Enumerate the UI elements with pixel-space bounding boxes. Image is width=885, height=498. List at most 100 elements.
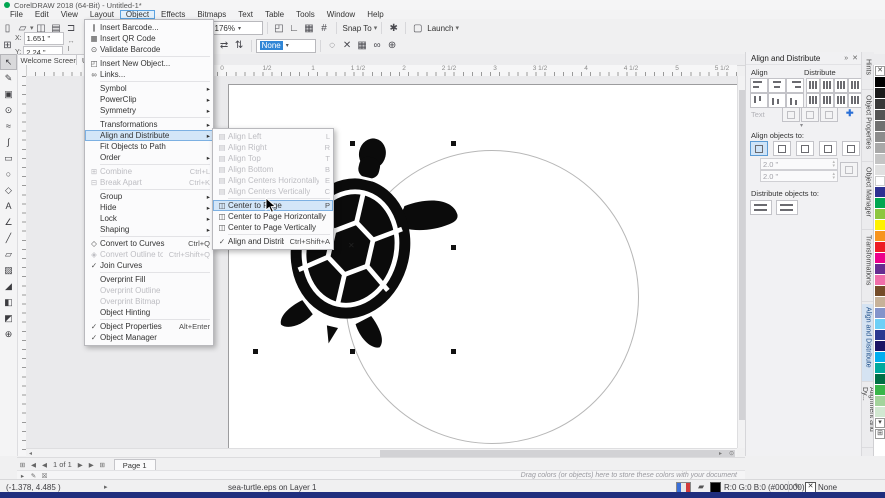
- mirror-horizontal-icon[interactable]: ⇄: [217, 40, 232, 51]
- color-swatch[interactable]: [875, 220, 885, 230]
- color-swatch[interactable]: [875, 319, 885, 329]
- prev-page-icon[interactable]: ◀: [39, 461, 50, 469]
- distribute-top-button[interactable]: [806, 93, 820, 108]
- tab-welcome-screen[interactable]: ⌂ Welcome Screen: [7, 54, 85, 65]
- menu-help[interactable]: Help: [361, 10, 389, 19]
- object-properties-icon[interactable]: ▦: [355, 40, 370, 51]
- distribute-left-button[interactable]: [806, 78, 820, 93]
- color-swatch[interactable]: [875, 253, 885, 263]
- menu-item-symbol[interactable]: Symbol▸: [85, 83, 213, 94]
- menu-window[interactable]: Window: [321, 10, 361, 19]
- color-swatch[interactable]: [875, 396, 885, 406]
- set-anchor-icon[interactable]: ✚: [846, 108, 854, 119]
- align-top-button[interactable]: [750, 93, 768, 108]
- color-swatch[interactable]: [875, 77, 885, 87]
- menu-item-overprint-fill[interactable]: Overprint Fill: [85, 274, 213, 285]
- color-swatch[interactable]: [875, 209, 885, 219]
- color-swatch[interactable]: [875, 99, 885, 109]
- color-swatch[interactable]: [875, 143, 885, 153]
- color-swatch[interactable]: [875, 407, 885, 417]
- crop-tool[interactable]: ▣: [0, 86, 17, 102]
- menu-item-insert-new-object[interactable]: ◰Insert New Object...: [85, 58, 213, 69]
- shape-tool[interactable]: ✎: [0, 70, 17, 86]
- color-swatch[interactable]: [875, 165, 885, 175]
- polygon-tool[interactable]: ◇: [0, 182, 17, 198]
- rectangle-tool[interactable]: ▭: [0, 150, 17, 166]
- color-swatch[interactable]: [875, 198, 885, 208]
- show-rulers-icon[interactable]: ∟: [287, 23, 302, 34]
- distribute-spacing-v-button[interactable]: [848, 93, 862, 108]
- menu-item-object-hinting[interactable]: Object Hinting: [85, 307, 213, 318]
- show-guidelines-icon[interactable]: #: [317, 23, 332, 34]
- launch-icon[interactable]: ▢: [410, 23, 425, 34]
- show-grid-icon[interactable]: ▦: [302, 23, 317, 34]
- menu-item-align-and-distribute[interactable]: Align and Distribute▸: [85, 130, 213, 141]
- palette-flyout-icon[interactable]: ⊞: [875, 429, 885, 439]
- distribute-spacing-h-button[interactable]: [848, 78, 862, 93]
- wrap-text-icon[interactable]: ◌: [325, 40, 340, 51]
- add-tools-button[interactable]: ⊕: [0, 326, 17, 342]
- distribute-bottom-button[interactable]: [834, 93, 848, 108]
- transparency-tool[interactable]: ▨: [0, 262, 17, 278]
- next-page-icon[interactable]: ▶: [75, 461, 86, 469]
- ellipse-tool[interactable]: ○: [0, 166, 17, 182]
- snap-to-arrow-icon[interactable]: ▾: [374, 24, 378, 32]
- add-page-after-icon[interactable]: ⊞: [97, 461, 108, 469]
- menu-item-order[interactable]: Order▸: [85, 152, 213, 163]
- menu-table[interactable]: Table: [259, 10, 290, 19]
- color-swatch[interactable]: [875, 121, 885, 131]
- outline-width-combo[interactable]: None▾: [256, 39, 316, 53]
- scroll-right-icon[interactable]: ▸: [716, 450, 725, 457]
- menu-item-object-properties[interactable]: ✓Object PropertiesAlt+Enter: [85, 321, 213, 332]
- mirror-vertical-icon[interactable]: ⇅: [232, 40, 247, 51]
- distribute-center-v-button[interactable]: [820, 93, 834, 108]
- color-swatch[interactable]: [875, 275, 885, 285]
- menu-item-fit-objects-to-path[interactable]: Fit Objects to Path: [85, 141, 213, 152]
- color-swatch[interactable]: [875, 308, 885, 318]
- zoom-tool[interactable]: ⊙: [0, 102, 17, 118]
- color-swatch[interactable]: [875, 297, 885, 307]
- zoom-scroll-icon[interactable]: ⊙: [727, 450, 736, 457]
- menu-item-transformations[interactable]: Transformations▸: [85, 119, 213, 130]
- color-swatch[interactable]: [875, 88, 885, 98]
- menu-effects[interactable]: Effects: [155, 10, 191, 19]
- align-to-page-center-button[interactable]: [796, 141, 814, 156]
- align-center-horizontally-button[interactable]: [768, 78, 786, 93]
- color-swatch[interactable]: [875, 330, 885, 340]
- color-swatch[interactable]: [875, 132, 885, 142]
- selection-handle[interactable]: [451, 141, 456, 146]
- color-swatch[interactable]: [875, 242, 885, 252]
- selection-handle[interactable]: [253, 349, 258, 354]
- no-color-swatch[interactable]: ✕: [875, 66, 885, 76]
- color-swatch[interactable]: [875, 187, 885, 197]
- align-to-active-objects-button[interactable]: [750, 141, 768, 156]
- color-swatch[interactable]: [875, 176, 885, 186]
- align-bottom-button[interactable]: [786, 93, 804, 108]
- zoom-level-combo[interactable]: 176%▾: [211, 21, 263, 35]
- align-to-specified-point-button[interactable]: [842, 141, 860, 156]
- menu-item-lock[interactable]: Lock▸: [85, 213, 213, 224]
- new-document-icon[interactable]: ▯: [0, 23, 15, 34]
- color-swatch[interactable]: [875, 385, 885, 395]
- menu-bitmaps[interactable]: Bitmaps: [191, 10, 232, 19]
- remove-style-icon[interactable]: ✕: [340, 40, 355, 51]
- distribute-to-selection-button[interactable]: [750, 200, 772, 215]
- align-left-button[interactable]: [750, 78, 768, 93]
- selection-handle[interactable]: [350, 349, 355, 354]
- align-to-grid-button[interactable]: [819, 141, 837, 156]
- smart-fill-tool[interactable]: ◩: [0, 310, 17, 326]
- distribute-to-page-button[interactable]: [776, 200, 798, 215]
- color-swatch[interactable]: [875, 363, 885, 373]
- align-to-page-edge-button[interactable]: [773, 141, 791, 156]
- page-1-tab[interactable]: Page 1: [114, 459, 156, 471]
- menu-item-shaping[interactable]: Shaping▸: [85, 224, 213, 235]
- options-gear-icon[interactable]: ✱: [386, 23, 401, 34]
- docker-collapse-icon[interactable]: »: [844, 55, 848, 62]
- menu-item-links[interactable]: ∞Links...: [85, 69, 213, 80]
- menu-item-group[interactable]: Group▸: [85, 191, 213, 202]
- fullscreen-preview-icon[interactable]: ◰: [272, 23, 287, 34]
- color-swatch[interactable]: [875, 374, 885, 384]
- color-swatch[interactable]: [875, 286, 885, 296]
- menu-item-powerclip[interactable]: PowerClip▸: [85, 94, 213, 105]
- docker-close-icon[interactable]: ✕: [852, 54, 858, 62]
